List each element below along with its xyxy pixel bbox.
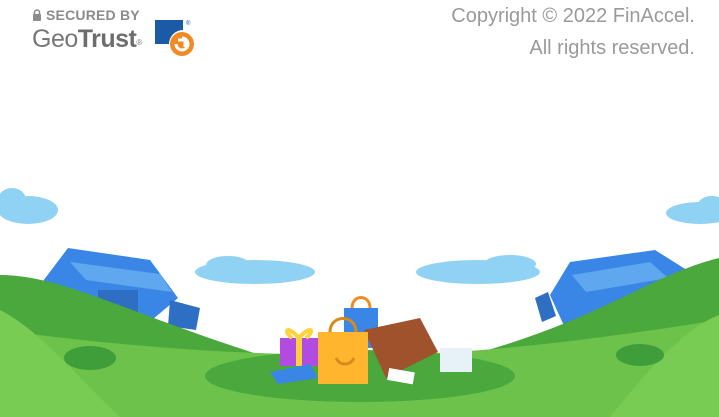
geotrust-security-badge[interactable]: SECURED BY GeoTrust® ®	[32, 6, 212, 58]
copyright-text: Copyright © 2022 FinAccel.	[451, 5, 695, 27]
svg-text:®: ®	[186, 20, 191, 27]
geotrust-logo-icon: ®	[155, 20, 194, 56]
brand-bold: Trust	[77, 25, 137, 53]
cloud-right	[666, 196, 719, 224]
cloud-left	[0, 188, 58, 224]
secured-by-text: SECURED BY	[46, 7, 140, 23]
cloud-mid-left	[195, 256, 315, 284]
brand-light: Geo	[32, 25, 78, 53]
cloud-mid-right	[416, 255, 540, 284]
secured-by-label: SECURED BY	[32, 7, 140, 23]
trademark-mark: ®	[136, 38, 142, 47]
geotrust-wordmark: GeoTrust®	[32, 24, 142, 54]
copyright-block: Copyright © 2022 FinAccel. All rights re…	[451, 0, 695, 64]
lock-icon	[33, 9, 41, 21]
rights-text: All rights reserved.	[529, 37, 695, 59]
shopping-illustration	[0, 188, 719, 417]
